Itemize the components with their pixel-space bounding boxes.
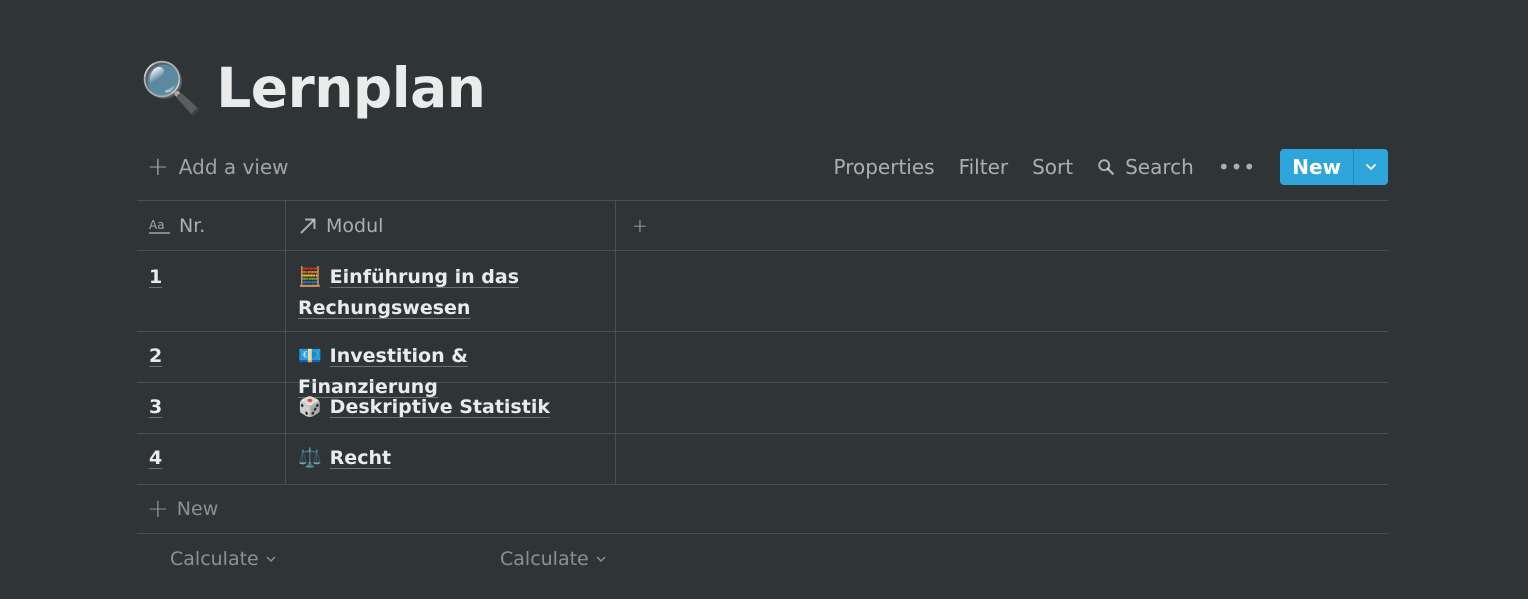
calculate-label: Calculate <box>500 548 589 570</box>
cell-nr: 3 <box>137 383 286 433</box>
cell-nr: 2 <box>137 332 286 382</box>
chevron-down-icon <box>595 553 607 565</box>
calculate-dropdown-nr[interactable]: Calculate <box>170 548 277 570</box>
cell-nr: 4 <box>137 434 286 484</box>
add-row-button[interactable]: + New <box>137 484 1388 533</box>
search-icon <box>1098 159 1115 175</box>
add-view-label: Add a view <box>178 155 289 179</box>
calculate-label: Calculate <box>170 548 259 570</box>
column-header-nr[interactable]: Aa Nr. <box>137 201 286 250</box>
add-property-button[interactable]: + <box>616 201 1388 250</box>
magnifier-emoji-icon[interactable]: 🔍 <box>140 63 202 113</box>
text-property-icon: Aa <box>149 216 171 236</box>
row-number[interactable]: 2 <box>149 345 162 367</box>
new-button[interactable]: New <box>1280 149 1353 185</box>
empty-cell[interactable] <box>616 332 1388 382</box>
cell-modul: 🧮 Einführung in das Rechungswesen <box>286 251 616 331</box>
calculate-dropdown-modul[interactable]: Calculate <box>500 548 607 570</box>
row-number[interactable]: 3 <box>149 396 162 418</box>
modul-link[interactable]: Recht <box>330 447 391 469</box>
page-title[interactable]: Lernplan <box>216 56 486 120</box>
page: 🔍 Lernplan + Add a view Properties Filte… <box>0 0 1528 599</box>
cell-modul: 🎲 Deskriptive Statistik <box>286 383 616 433</box>
table-row[interactable]: 1 🧮 Einführung in das Rechungswesen <box>137 250 1388 331</box>
table-row[interactable]: 2 💶 Investition & Finanzierung <box>137 331 1388 398</box>
cell-nr: 1 <box>137 251 286 331</box>
relation-arrow-icon <box>298 216 318 236</box>
table-row[interactable]: 3 🎲 Deskriptive Statistik <box>137 382 1388 433</box>
more-options-icon[interactable]: ••• <box>1218 155 1256 179</box>
plus-icon: + <box>147 152 169 182</box>
new-button-group: New <box>1280 149 1388 185</box>
properties-button[interactable]: Properties <box>834 155 935 179</box>
empty-cell[interactable] <box>616 383 1388 433</box>
page-title-row: 🔍 Lernplan <box>140 52 486 124</box>
scales-icon: ⚖️ <box>298 447 322 469</box>
dice-icon: 🎲 <box>298 396 322 418</box>
plus-icon: + <box>147 494 169 524</box>
empty-cell[interactable] <box>616 251 1388 331</box>
column-header-modul[interactable]: Modul <box>286 201 616 250</box>
row-number[interactable]: 4 <box>149 447 162 469</box>
search-label: Search <box>1125 155 1194 179</box>
cell-modul: 💶 Investition & Finanzierung <box>286 332 616 398</box>
new-dropdown-button[interactable] <box>1353 149 1388 185</box>
toolbar-actions: Properties Filter Sort Search ••• New <box>834 149 1388 185</box>
euro-banknote-icon: 💶 <box>298 345 322 367</box>
abacus-icon: 🧮 <box>298 266 322 288</box>
row-number[interactable]: 1 <box>149 266 162 288</box>
table-row[interactable]: 4 ⚖️ Recht <box>137 433 1388 484</box>
add-view-button[interactable]: + Add a view <box>147 152 289 182</box>
search-button[interactable]: Search <box>1097 155 1194 179</box>
add-row-label: New <box>176 498 219 520</box>
cell-modul: ⚖️ Recht <box>286 434 616 484</box>
database-toolbar: + Add a view Properties Filter Sort Sear… <box>137 149 1388 185</box>
database-table: Aa Nr. Modul + 1 🧮 Einführung in das Rec… <box>137 200 1388 584</box>
modul-link[interactable]: Deskriptive Statistik <box>330 396 550 418</box>
sort-button[interactable]: Sort <box>1032 155 1073 179</box>
chevron-down-icon <box>1366 164 1376 170</box>
column-label-modul: Modul <box>326 214 384 237</box>
calculation-footer: Calculate Calculate <box>137 533 1388 584</box>
empty-cell[interactable] <box>616 434 1388 484</box>
filter-button[interactable]: Filter <box>959 155 1009 179</box>
table-header: Aa Nr. Modul + <box>137 200 1388 250</box>
column-label-nr: Nr. <box>179 214 206 237</box>
svg-text:Aa: Aa <box>149 218 165 232</box>
chevron-down-icon <box>265 553 277 565</box>
modul-link[interactable]: Einführung in das Rechungswesen <box>298 266 519 319</box>
